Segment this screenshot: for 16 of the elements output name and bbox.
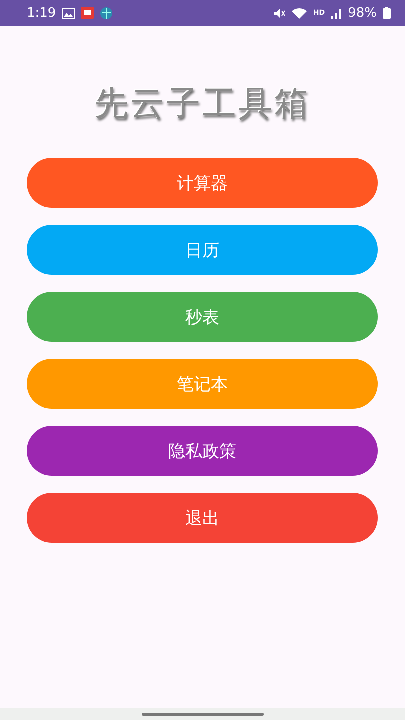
menu-button[interactable]: 计算器 <box>27 158 378 208</box>
wifi-icon <box>292 8 308 18</box>
menu-button[interactable]: 日历 <box>27 225 378 275</box>
app-notification-icon <box>81 7 94 19</box>
home-handle[interactable] <box>142 712 264 716</box>
mute-icon <box>273 8 286 18</box>
image-icon <box>62 8 76 18</box>
menu-button[interactable]: 笔记本 <box>27 359 378 409</box>
battery-percent: 98% <box>348 6 377 20</box>
menu-button[interactable]: 退出 <box>27 493 378 543</box>
menu-button[interactable]: 秒表 <box>27 292 378 342</box>
signal-icon <box>331 8 342 18</box>
menu-button[interactable]: 隐私政策 <box>27 426 378 476</box>
clock: 1:19 <box>27 6 56 20</box>
battery-icon <box>383 7 391 19</box>
app-title: 先云子工具箱 <box>94 83 310 126</box>
